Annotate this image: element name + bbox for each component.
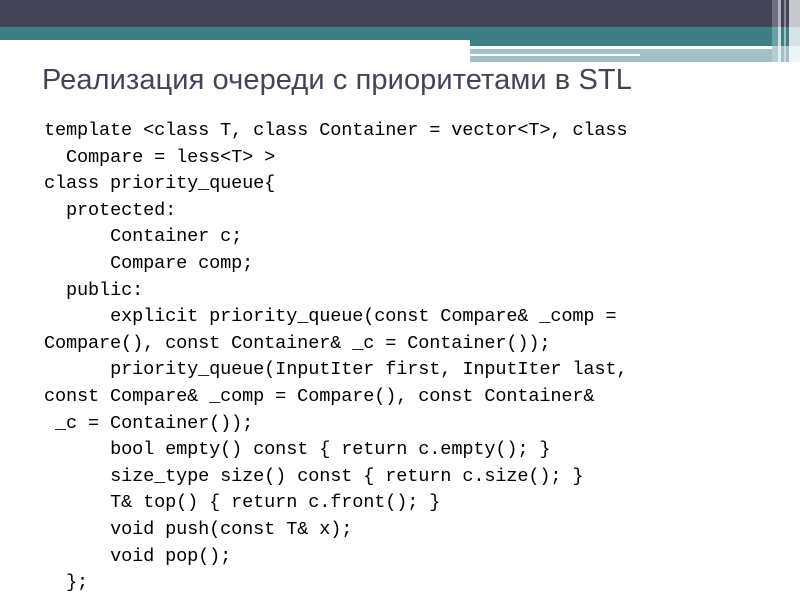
code-line: Container c; [44,226,243,248]
header-decoration [0,0,800,62]
header-dark-band [0,0,800,27]
header-light-band-left [470,56,640,62]
code-line: _c = Container()); [44,412,254,434]
code-line: const Compare& _comp = Compare(), const … [44,385,595,407]
code-line: }; [44,572,89,594]
header-stripe-6 [789,0,800,27]
code-line: T& top() { return c.front(); } [44,492,441,514]
header-stripe-18 [789,46,800,62]
code-line: Compare = less<T> > [44,146,276,168]
header-teal-band-right [470,27,800,46]
code-line: public: [44,279,144,301]
code-line: size_type size() const { return c.size()… [44,465,584,487]
code-line: priority_queue(InputIter first, InputIte… [44,359,628,381]
code-line: protected: [44,199,177,221]
code-line: Compare(), const Container& _c = Contain… [44,332,551,354]
page-title: Реализация очереди с приоритетами в STL [42,64,632,96]
code-line: bool empty() const { return c.empty(); } [44,439,551,461]
header-stripe-12 [789,27,800,46]
presentation-slide: Реализация очереди с приоритетами в STL … [0,0,800,600]
code-block: template <class T, class Container = vec… [44,118,796,597]
code-line: class priority_queue{ [44,173,276,195]
code-line: void push(const T& x); [44,518,353,540]
code-line: explicit priority_queue(const Compare& _… [44,306,617,328]
code-line: void pop(); [44,545,232,567]
code-line: template <class T, class Container = vec… [44,120,628,141]
code-line: Compare comp; [44,252,254,274]
